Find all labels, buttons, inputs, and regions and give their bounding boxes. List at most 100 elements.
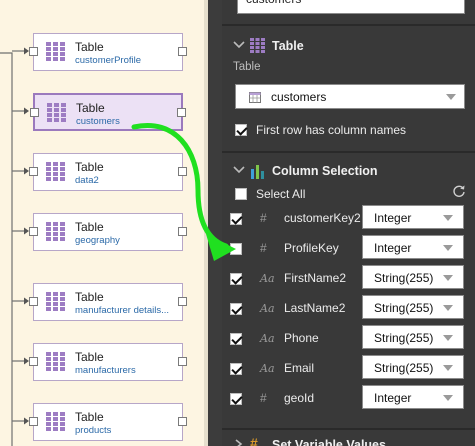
column-selection-icon xyxy=(251,165,264,179)
top-name-field-value: customers xyxy=(246,0,301,6)
table-grid-icon xyxy=(250,38,265,53)
chevron-down-icon xyxy=(446,94,456,100)
input-port[interactable] xyxy=(29,167,38,176)
chevron-down-icon xyxy=(443,275,453,281)
column-type-select[interactable]: Integer xyxy=(362,385,464,409)
node-name-link[interactable]: geography xyxy=(75,235,120,246)
column-type-select[interactable]: String(255) xyxy=(362,325,464,349)
node-name-link[interactable]: manufacturer details... xyxy=(75,305,169,316)
table-field-label: Table xyxy=(233,61,261,73)
node-type-label: Table xyxy=(75,290,104,304)
table-node[interactable]: Table customers xyxy=(30,93,186,131)
node-type-label: Table xyxy=(75,220,104,234)
input-port[interactable] xyxy=(29,357,38,366)
properties-panel: customers Table Table custome xyxy=(208,0,475,446)
column-type-select[interactable]: String(255) xyxy=(362,265,464,289)
column-type-select[interactable]: String(255) xyxy=(362,295,464,319)
table-node[interactable]: Table data2 xyxy=(29,153,187,191)
column-row: Aa FirstName2 String(255) xyxy=(222,264,475,294)
column-name: Phone xyxy=(284,331,319,345)
number-type-icon: # xyxy=(260,211,267,225)
table-node[interactable]: Table geography xyxy=(29,213,187,251)
table-node[interactable]: Table customerProfile xyxy=(29,33,187,71)
column-checkbox[interactable] xyxy=(230,333,242,345)
number-type-icon: # xyxy=(260,241,267,255)
node-name-link[interactable]: products xyxy=(75,425,111,436)
node-name-link[interactable]: data2 xyxy=(75,175,99,186)
section-divider xyxy=(222,428,475,430)
column-type-value: Integer xyxy=(374,391,412,405)
column-row: # customerKey2 Integer xyxy=(222,204,475,234)
column-type-select[interactable]: String(255) xyxy=(362,355,464,379)
input-port[interactable] xyxy=(29,417,38,426)
text-type-icon: Aa xyxy=(260,332,275,345)
table-grid-icon xyxy=(46,162,65,181)
table-select-value: customers xyxy=(271,90,327,104)
panel-gutter xyxy=(208,0,222,446)
table-grid-icon xyxy=(46,42,65,61)
output-port[interactable] xyxy=(178,297,187,306)
panel-content: customers Table Table custome xyxy=(222,0,475,446)
column-name: Email xyxy=(284,361,315,375)
output-port[interactable] xyxy=(178,47,187,56)
table-node[interactable]: Table manufacturers xyxy=(29,343,187,381)
column-checkbox[interactable] xyxy=(230,303,242,315)
output-port[interactable] xyxy=(177,108,186,117)
connector-arrowhead xyxy=(24,107,29,115)
column-checkbox[interactable] xyxy=(230,273,242,285)
chevron-down-icon xyxy=(233,41,245,49)
input-port[interactable] xyxy=(29,297,38,306)
column-type-select[interactable]: Integer xyxy=(362,235,464,259)
input-port[interactable] xyxy=(29,47,38,56)
output-port[interactable] xyxy=(178,417,187,426)
output-port[interactable] xyxy=(178,167,187,176)
table-grid-icon xyxy=(46,292,65,311)
column-type-value: Integer xyxy=(374,241,412,255)
column-type-select[interactable]: Integer xyxy=(362,205,464,229)
chevron-down-icon xyxy=(443,395,453,401)
chevron-down-icon xyxy=(443,305,453,311)
table-node[interactable]: Table manufacturer details... xyxy=(29,283,187,321)
node-type-label: Table xyxy=(75,160,104,174)
table-grid-icon xyxy=(47,103,66,122)
first-row-label: First row has column names xyxy=(256,123,407,137)
chevron-down-icon xyxy=(443,335,453,341)
column-checkbox[interactable] xyxy=(230,243,242,255)
chevron-down-icon xyxy=(233,166,245,174)
column-section-title: Column Selection xyxy=(272,164,378,178)
output-port[interactable] xyxy=(178,227,187,236)
column-type-value: String(255) xyxy=(374,331,434,345)
text-type-icon: Aa xyxy=(260,302,275,315)
column-checkbox[interactable] xyxy=(230,393,242,405)
chevron-down-icon xyxy=(443,365,453,371)
top-name-field[interactable]: customers xyxy=(237,0,465,14)
node-type-label: Table xyxy=(76,101,105,115)
table-section-title: Table xyxy=(272,39,304,53)
column-type-value: Integer xyxy=(374,211,412,225)
table-grid-icon xyxy=(46,222,65,241)
refresh-icon[interactable] xyxy=(452,184,466,198)
table-select[interactable]: customers xyxy=(235,84,465,109)
column-checkbox[interactable] xyxy=(230,213,242,225)
column-type-value: String(255) xyxy=(374,271,434,285)
column-type-value: String(255) xyxy=(374,361,434,375)
column-name: customerKey2 xyxy=(284,211,361,225)
select-all-checkbox[interactable] xyxy=(235,188,247,200)
dataflow-canvas[interactable]: Table customerProfile Table customers Table d… xyxy=(0,0,208,446)
column-row: # ProfileKey Integer xyxy=(222,234,475,264)
section-divider xyxy=(222,24,475,26)
node-name-link[interactable]: customerProfile xyxy=(75,55,141,66)
table-node[interactable]: Table products xyxy=(29,403,187,441)
input-port[interactable] xyxy=(29,227,38,236)
first-row-checkbox[interactable] xyxy=(235,124,247,136)
chevron-right-icon xyxy=(235,439,243,446)
column-checkbox[interactable] xyxy=(230,363,242,375)
input-port[interactable] xyxy=(30,108,39,117)
column-name: geoId xyxy=(284,391,315,405)
node-name-link[interactable]: customers xyxy=(76,116,120,127)
output-port[interactable] xyxy=(178,357,187,366)
chevron-down-icon xyxy=(443,245,453,251)
node-type-label: Table xyxy=(75,40,104,54)
node-name-link[interactable]: manufacturers xyxy=(75,365,136,376)
column-row: Aa Phone String(255) xyxy=(222,324,475,354)
